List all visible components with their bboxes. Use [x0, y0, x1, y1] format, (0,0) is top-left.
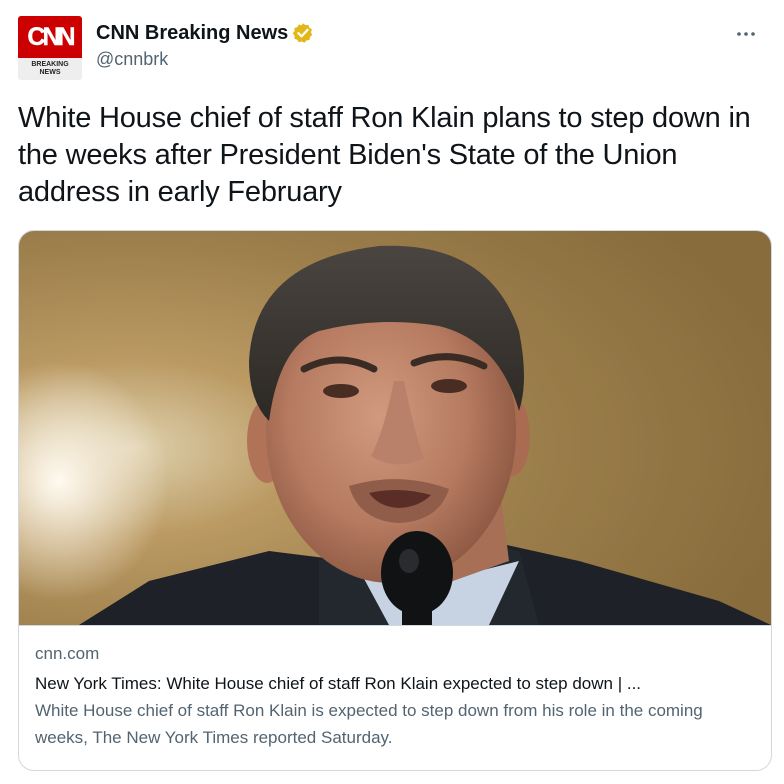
link-card[interactable]: cnn.com New York Times: White House chie…: [18, 230, 772, 771]
card-domain: cnn.com: [35, 644, 100, 663]
display-name-row: CNN Breaking News: [96, 19, 314, 47]
tweet-text: White House chief of staff Ron Klain pla…: [18, 102, 751, 208]
card-description: White House chief of staff Ron Klain is …: [35, 701, 703, 747]
more-dots-icon: [737, 32, 755, 36]
cnn-logo: CNN: [18, 16, 82, 58]
card-info: cnn.com New York Times: White House chie…: [19, 625, 771, 770]
avatar-subtitle-line1: BREAKING: [31, 61, 69, 68]
avatar[interactable]: CNN BREAKING NEWS: [18, 16, 82, 80]
display-name[interactable]: CNN Breaking News: [96, 22, 288, 45]
author-names: CNN Breaking News @cnnbrk: [96, 19, 314, 70]
handle[interactable]: @cnnbrk: [96, 49, 314, 70]
verified-badge-icon: [292, 22, 314, 44]
card-title: New York Times: White House chief of sta…: [35, 674, 642, 693]
card-image[interactable]: [19, 231, 771, 625]
cnn-logo-text: CNN: [27, 22, 76, 51]
avatar-subtitle-line2: NEWS: [39, 69, 61, 76]
tweet: CNN BREAKING NEWS CNN Breaking News @cnn…: [0, 0, 784, 784]
breaking-news-label: BREAKING NEWS: [18, 58, 82, 80]
tweet-header: CNN BREAKING NEWS CNN Breaking News @cnn…: [18, 16, 766, 82]
more-options-button[interactable]: [726, 16, 766, 52]
ron-klain-photo: [19, 231, 771, 625]
